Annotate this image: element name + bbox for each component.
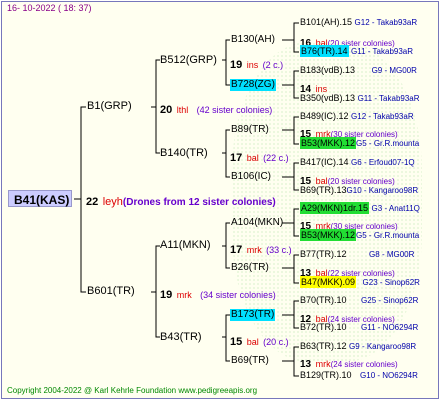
gen4-queen-9[interactable]: A29(MKN)1dr.15 G3 - Anat11Q	[300, 202, 420, 214]
gen4-name-4: B350(vdB).13	[300, 93, 356, 103]
gen3-queen-4[interactable]: B106(IC)	[231, 172, 271, 182]
gen4-queen-11[interactable]: B77(TR).12 G8 - MG00R	[300, 250, 414, 259]
root-count: 22	[86, 196, 99, 208]
gen4-queen-8[interactable]: B69(TR).13G10 - Kangaroo98R	[300, 186, 418, 195]
gen2-details-3: 17 mrk (33 c.)	[230, 241, 292, 257]
gen2-queen-1[interactable]: B512(GRP)	[160, 55, 217, 66]
gen4-name-15: B63(TR).12	[300, 341, 347, 351]
gen2-queen-2[interactable]: B140(TR)	[160, 148, 208, 159]
gen3-queen-7[interactable]: B173(TR)	[230, 309, 276, 321]
gen4-name-10: B53(MKK).12	[300, 229, 357, 241]
gen1-breeder-2: mrk	[176, 290, 192, 300]
gen3-breeder-8: mrk	[315, 359, 331, 369]
gen2-count-2: 17	[230, 152, 243, 164]
gen2-sisters-4: (20 c.)	[263, 337, 289, 347]
gen4-name-3: B183(vdB).13	[300, 65, 356, 75]
gen2-details-1: 19 ins (2 c.)	[230, 56, 283, 72]
gen4-info-12: G23 - Sinop62R	[362, 278, 420, 287]
gen4-info-8: G10 - Kangaroo98R	[346, 186, 419, 195]
gen3-queen-2[interactable]: B728(ZG)	[230, 79, 276, 91]
root-breeder: leyh	[102, 196, 123, 208]
gen4-queen-13[interactable]: B70(TR).10 G25 - Sinop62R	[300, 296, 418, 305]
root-details: 22 leyh(Drones from 12 sister colonies)	[86, 193, 276, 209]
gen3-queen-5[interactable]: A104(MKN)	[231, 218, 283, 228]
gen4-queen-3[interactable]: B183(vdB).13 G9 - MG00R	[300, 66, 417, 75]
gen2-details-4: 15 bal (20 c.)	[230, 333, 289, 349]
gen1-queen-1[interactable]: B1(GRP)	[87, 101, 132, 112]
gen2-details-2: 17 bal (22 c.)	[230, 149, 289, 165]
gen4-info-10: G5 - Gr.R.mounta	[356, 231, 420, 240]
gen4-name-6: B53(MKK).12	[300, 137, 357, 149]
report-date: 16- 10-2022 ( 18: 37)	[7, 3, 92, 13]
gen4-info-16: G10 - NO6294R	[360, 371, 418, 380]
gen2-breeder-3: mrk	[246, 245, 262, 255]
gen1-details-2: 19 mrk (34 sister colonies)	[160, 286, 276, 302]
gen3-queen-3[interactable]: B89(TR)	[231, 125, 269, 135]
gen4-queen-5[interactable]: B489(IC).12 G12 - Takab93aR	[300, 112, 414, 121]
gen4-name-5: B489(IC).12	[300, 111, 349, 121]
gen2-queen-4[interactable]: B43(TR)	[160, 332, 202, 343]
gen2-count-1: 19	[230, 59, 243, 71]
gen2-queen-3[interactable]: A11(MKN)	[160, 240, 211, 251]
gen4-name-12: B47(MKK).09	[300, 276, 357, 288]
gen4-queen-15[interactable]: B63(TR).12 G9 - Kangaroo98R	[300, 342, 416, 351]
gen4-queen-16[interactable]: B129(TR).10 G10 - NO6294R	[300, 371, 418, 380]
gen4-info-3: G9 - MG00R	[371, 66, 417, 75]
gen4-info-14: G11 - NO6294R	[361, 323, 419, 332]
gen4-info-4: G11 - Takab93aR	[357, 94, 420, 103]
gen4-queen-12[interactable]: B47(MKK).09 G23 - Sinop62R	[300, 276, 420, 288]
gen4-queen-6[interactable]: B53(MKK).12G5 - Gr.R.mounta	[300, 137, 420, 149]
gen2-count-4: 15	[230, 336, 243, 348]
gen2-count-3: 17	[230, 244, 243, 256]
gen3-queen-1[interactable]: B130(AH)	[231, 35, 275, 45]
gen4-info-5: G12 - Takab93aR	[351, 112, 414, 121]
gen4-name-1: B101(AH).15	[300, 17, 353, 27]
gen1-sisters-2: (34 sister colonies)	[200, 290, 276, 300]
gen2-sisters-3: (33 c.)	[266, 245, 292, 255]
gen4-info-6: G5 - Gr.R.mounta	[356, 139, 420, 148]
gen3-queen-8[interactable]: B69(TR)	[231, 356, 269, 366]
gen4-queen-4[interactable]: B350(vdB).13 G11 - Takab93aR	[300, 94, 420, 103]
gen4-info-15: G9 - Kangaroo98R	[349, 342, 417, 351]
gen4-info-13: G25 - Sinop62R	[361, 296, 419, 305]
gen1-queen-2[interactable]: B601(TR)	[87, 286, 135, 297]
gen2-sisters-1: (2 c.)	[262, 60, 284, 70]
gen1-breeder-1: lthl	[176, 105, 189, 115]
gen2-sisters-2: (22 c.)	[263, 153, 289, 163]
gen4-queen-2[interactable]: B76(TR).14 G11 - Takab93aR	[300, 45, 414, 57]
gen1-count-1: 20	[160, 104, 173, 116]
gen4-queen-14[interactable]: B72(TR).10 G11 - NO6294R	[300, 323, 418, 332]
gen4-name-9: A29(MKN)1dr.15	[300, 202, 370, 214]
gen4-name-13: B70(TR).10	[300, 295, 347, 305]
gen4-name-2: B76(TR).14	[300, 45, 349, 57]
gen4-queen-10[interactable]: B53(MKK).12G5 - Gr.R.mounta	[300, 229, 420, 241]
gen4-info-9: G3 - Anat11Q	[371, 204, 420, 213]
gen4-info-1: G12 - Takab93aR	[354, 18, 418, 27]
root-sisters: (Drones from 12 sister colonies)	[122, 197, 276, 208]
gen3-queen-6[interactable]: B26(TR)	[231, 263, 269, 273]
gen4-name-16: B129(TR).10	[300, 370, 352, 380]
gen4-name-14: B72(TR).10	[300, 322, 347, 332]
gen2-breeder-1: ins	[246, 60, 259, 70]
copyright-footer: Copyright 2004-2022 @ Karl Kehrle Founda…	[7, 386, 258, 395]
gen3-sisters-8: (24 sister colonies)	[330, 360, 398, 369]
gen4-info-11: G8 - MG00R	[369, 250, 415, 259]
root-queen[interactable]: B41(KAS)	[8, 190, 72, 207]
gen1-details-1: 20 lthl (42 sister colonies)	[160, 101, 272, 117]
gen4-queen-7[interactable]: B417(IC).14 G6 - Erfoud07-1Q	[300, 158, 415, 167]
gen1-sisters-1: (42 sister colonies)	[196, 105, 273, 115]
gen2-breeder-2: bal	[246, 153, 259, 163]
gen4-name-11: B77(TR).12	[300, 249, 347, 259]
gen1-count-2: 19	[160, 289, 173, 301]
gen4-info-7: G6 - Erfoud07-1Q	[351, 158, 415, 167]
gen3-count-8: 13	[300, 359, 312, 370]
gen4-queen-1[interactable]: B101(AH).15 G12 - Takab93aR	[300, 18, 417, 27]
gen4-name-7: B417(IC).14	[300, 157, 349, 167]
gen2-breeder-4: bal	[246, 337, 259, 347]
gen4-info-2: G11 - Takab93aR	[351, 47, 414, 56]
gen3-details-8: 13 mrk(24 sister colonies)	[300, 355, 398, 371]
gen4-name-8: B69(TR).13	[300, 185, 347, 195]
